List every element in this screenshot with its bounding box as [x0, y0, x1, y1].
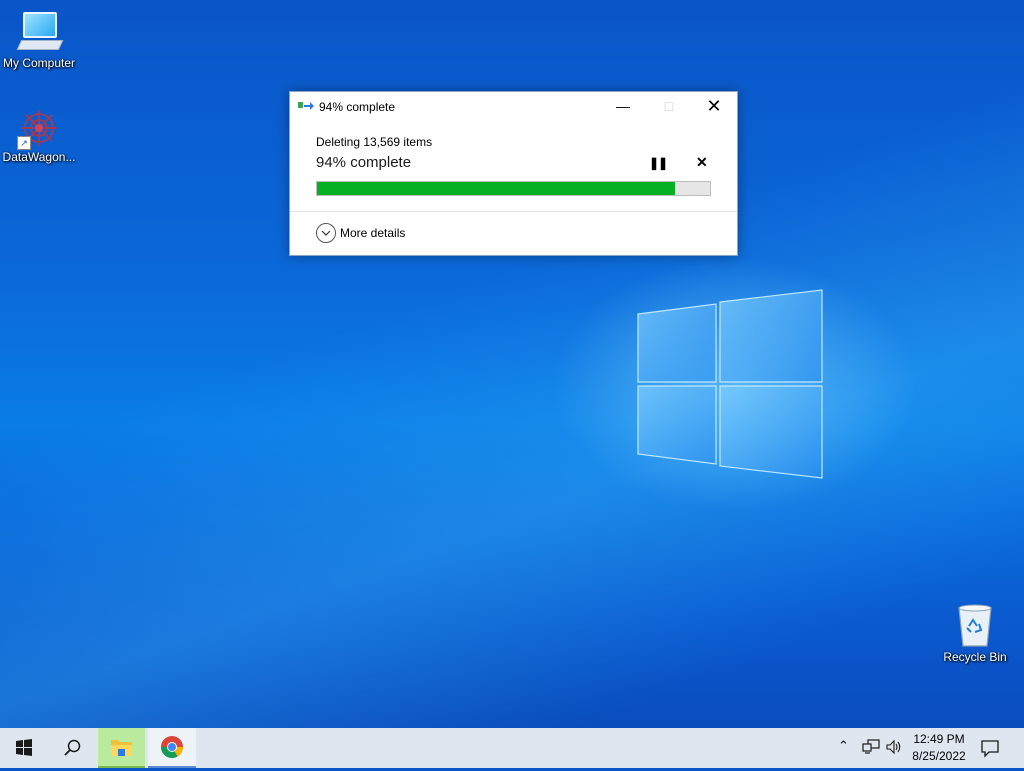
- operation-description: Deleting 13,569 items: [316, 135, 433, 149]
- clock-date: 8/25/2022: [912, 749, 966, 763]
- desktop-icon-my-computer[interactable]: My Computer: [0, 0, 78, 70]
- shortcut-arrow-icon: ↗: [17, 136, 31, 150]
- progress-bar: [316, 181, 711, 196]
- progress-fill: [317, 182, 675, 195]
- desktop-icon-label: My Computer: [2, 56, 76, 70]
- taskbar-chrome[interactable]: [148, 728, 196, 768]
- desktop-icon-datawagon[interactable]: ↗ DataWagon...: [0, 100, 78, 164]
- taskbar: ⌃ 12:49 PM 8/25/2022: [0, 728, 1024, 768]
- divider: [290, 211, 737, 212]
- search-button[interactable]: [48, 728, 96, 768]
- windows-wallpaper-logo: [637, 289, 823, 479]
- maximize-icon: □: [664, 98, 674, 114]
- minimize-icon: —: [616, 98, 630, 114]
- network-icon[interactable]: [862, 739, 880, 758]
- datawagon-app-icon: ↗: [17, 106, 61, 150]
- maximize-button[interactable]: □: [646, 92, 692, 120]
- close-button[interactable]: ✕: [691, 92, 737, 120]
- search-icon: [64, 739, 81, 756]
- show-hidden-icons-button[interactable]: ⌃: [838, 738, 849, 754]
- windows-start-icon: [16, 739, 32, 756]
- dialog-title: 94% complete: [319, 100, 396, 114]
- percent-complete-text: 94% complete: [316, 154, 412, 171]
- taskbar-clock[interactable]: 12:49 PM 8/25/2022: [904, 731, 974, 765]
- notification-icon: [981, 740, 999, 758]
- computer-icon: [16, 10, 64, 54]
- cancel-icon: ✕: [696, 154, 708, 170]
- chrome-icon: [161, 736, 183, 758]
- notifications-button[interactable]: [980, 738, 1000, 761]
- pause-button[interactable]: ❚❚: [649, 156, 668, 170]
- more-details-label: More details: [340, 226, 406, 240]
- recycle-bin-icon: [955, 602, 995, 648]
- dialog-titlebar[interactable]: 94% complete — □ ✕: [290, 92, 737, 120]
- pause-icon: ❚❚: [649, 156, 668, 170]
- start-button[interactable]: [0, 728, 48, 768]
- folder-icon: [111, 740, 132, 756]
- taskbar-file-explorer[interactable]: [98, 728, 145, 768]
- desktop-icon-label: Recycle Bin: [943, 650, 1007, 664]
- file-operation-icon: [298, 102, 314, 110]
- chevron-down-icon: [316, 223, 336, 243]
- close-icon: ✕: [706, 96, 722, 116]
- desktop-icon-recycle-bin[interactable]: Recycle Bin: [936, 600, 1014, 664]
- clock-time: 12:49 PM: [913, 732, 965, 746]
- volume-icon[interactable]: [885, 739, 903, 758]
- delete-progress-dialog: 94% complete — □ ✕ Deleting 13,569 items…: [289, 91, 738, 256]
- chevron-up-icon: ⌃: [838, 738, 849, 753]
- minimize-button[interactable]: —: [600, 92, 646, 120]
- cancel-button[interactable]: ✕: [696, 154, 708, 171]
- desktop-icon-label: DataWagon...: [2, 150, 76, 164]
